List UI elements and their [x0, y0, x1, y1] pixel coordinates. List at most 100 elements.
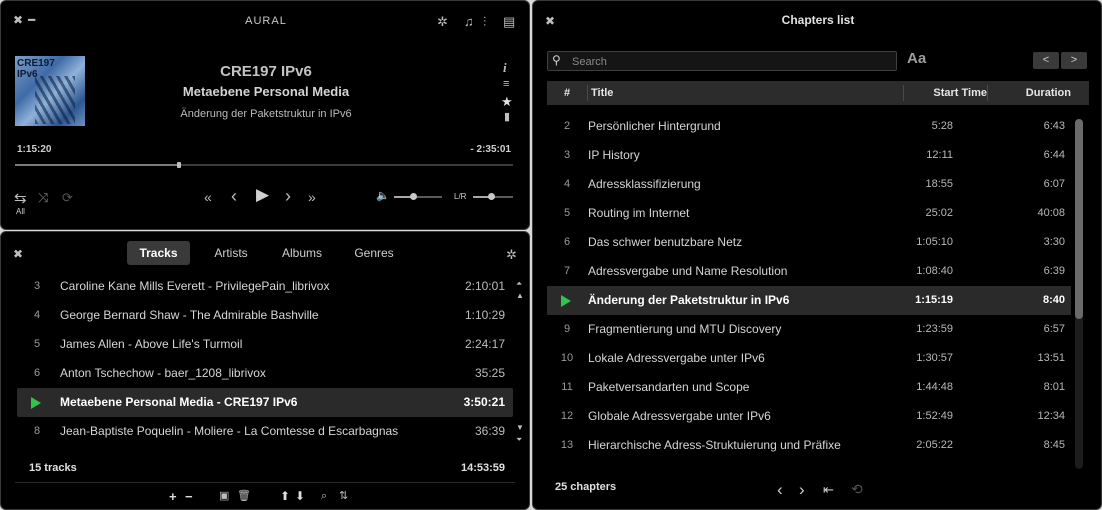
lyrics-icon[interactable]: ≡: [503, 79, 509, 90]
gear-icon[interactable]: ✲: [506, 248, 517, 261]
next-icon[interactable]: ›: [285, 187, 291, 205]
table-row[interactable]: 13 Hierarchische Adress-Struktuierung und…: [547, 431, 1071, 460]
scrollbar-thumb[interactable]: [1075, 119, 1083, 319]
chapter-start-time: 25:02: [925, 207, 953, 219]
volume-slider-knob[interactable]: [410, 193, 418, 200]
chapter-title: Das schwer benutzbare Netz: [588, 235, 743, 249]
seek-bar[interactable]: [15, 162, 513, 168]
column-number[interactable]: #: [547, 81, 587, 105]
chapter-number: 12: [560, 410, 574, 422]
move-down-icon[interactable]: ⬇: [295, 490, 305, 502]
previous-icon[interactable]: ‹: [231, 187, 237, 205]
play-icon[interactable]: ▶: [256, 186, 269, 203]
column-duration[interactable]: Duration: [987, 81, 1071, 105]
loop-icon[interactable]: ⟳: [62, 191, 73, 204]
track-number: 6: [33, 367, 41, 379]
track-title: CRE197 IPv6: [220, 63, 312, 80]
info-icon[interactable]: i: [503, 61, 507, 74]
star-icon[interactable]: ★: [501, 95, 513, 108]
volume-icon[interactable]: 🔈: [376, 191, 390, 202]
chapter-title: IP History: [588, 148, 640, 162]
search-field[interactable]: ⚲: [547, 51, 897, 71]
next-chapter-icon[interactable]: ›: [799, 481, 805, 498]
loop-chapter-icon[interactable]: ⟲: [851, 482, 863, 496]
search-icon[interactable]: ⌕: [321, 491, 327, 502]
table-row[interactable]: 9 Fragmentierung und MTU Discovery 1:23:59…: [547, 315, 1071, 344]
previous-match-button[interactable]: <: [1033, 52, 1059, 69]
rewind-icon[interactable]: «: [204, 190, 212, 204]
table-row[interactable]: 6 Anton Tschechow - baer_1208_librivox 35:…: [17, 359, 513, 388]
playlist-icon[interactable]: ♫: [464, 15, 474, 28]
bookmark-icon[interactable]: ▮: [504, 112, 510, 123]
column-divider: [587, 85, 588, 101]
chapter-title: Lokale Adressvergabe unter IPv6: [588, 351, 765, 365]
equalizer-icon[interactable]: ⫶: [483, 15, 486, 28]
table-row[interactable]: 11 Paketversandarten und Scope 1:44:48 8:01: [547, 373, 1071, 402]
remove-icon[interactable]: −: [185, 490, 193, 503]
chapter-number: 10: [560, 352, 574, 364]
scroll-up-icon[interactable]: ▲: [516, 292, 524, 300]
balance-slider[interactable]: [473, 193, 513, 200]
table-row[interactable]: 4 Adressklassifizierung 18:55 6:07: [547, 170, 1071, 199]
column-title[interactable]: Title: [591, 81, 613, 105]
next-match-button[interactable]: >: [1061, 52, 1087, 69]
tab-albums[interactable]: Albums: [272, 241, 332, 265]
elapsed-time[interactable]: 1:15:20: [17, 144, 51, 155]
fast-forward-icon[interactable]: »: [308, 190, 316, 204]
table-row[interactable]: 4 George Bernard Shaw - The Admirable Bas…: [17, 301, 513, 330]
chapter-duration: 6:44: [1043, 149, 1065, 161]
table-row[interactable]: 10 Lokale Adressvergabe unter IPv6 1:30:57…: [547, 344, 1071, 373]
scroll-top-icon[interactable]: ⏶: [516, 280, 522, 288]
chapter-start-time: 18:55: [925, 178, 953, 190]
sort-icon[interactable]: ⇅: [339, 491, 348, 502]
scroll-bottom-icon[interactable]: ⏷: [516, 436, 522, 444]
table-row[interactable]: 3 Caroline Kane Mills Everett - Privilege…: [17, 272, 513, 301]
player-window: ✖ ━ AURAL ✲ ♫ ⫶ ▤ CRE197 IPv6 CRE197 IPv…: [0, 0, 530, 230]
table-row[interactable]: 5 James Allen - Above Life's Turmoil 2:24:…: [17, 330, 513, 359]
table-row[interactable]: 12 Globale Adressvergabe unter IPv6 1:52:4…: [547, 402, 1071, 431]
close-icon[interactable]: ✖: [13, 248, 23, 260]
track-duration: 36:39: [474, 424, 505, 438]
tab-tracks[interactable]: Tracks: [127, 241, 190, 265]
remaining-time[interactable]: - 2:35:01: [470, 144, 511, 155]
tab-artists[interactable]: Artists: [201, 241, 261, 265]
gear-icon[interactable]: ✲: [437, 15, 448, 28]
track-name: George Bernard Shaw - The Admirable Bash…: [60, 308, 319, 322]
add-icon[interactable]: +: [169, 490, 177, 503]
balance-slider-knob[interactable]: [488, 193, 495, 200]
chapter-start-time: 5:28: [931, 120, 953, 132]
table-row[interactable]: Metaebene Personal Media - CRE197 IPv6 3:…: [17, 388, 513, 417]
search-icon: ⚲: [552, 53, 561, 67]
tab-genres[interactable]: Genres: [343, 241, 405, 265]
move-up-icon[interactable]: ⬆: [280, 490, 290, 502]
previous-chapter-icon[interactable]: ‹: [777, 481, 783, 498]
save-icon[interactable]: ▣: [219, 491, 229, 502]
table-row[interactable]: Änderung der Paketstruktur in IPv6 1:15:1…: [547, 286, 1071, 315]
chapter-number: 3: [563, 149, 571, 161]
chapter-number: 9: [563, 323, 571, 335]
scroll-down-icon[interactable]: ▼: [516, 424, 524, 432]
chapters-table-header: # Title Start Time Duration: [547, 81, 1089, 105]
repeat-icon[interactable]: ⇆: [14, 191, 27, 206]
vertical-scrollbar[interactable]: [1075, 119, 1083, 469]
track-name: Jean-Baptiste Poquelin - Moliere - La Co…: [60, 424, 399, 438]
column-start-time[interactable]: Start Time: [903, 81, 987, 105]
chapter-start-time: 2:05:22: [916, 439, 953, 451]
search-input[interactable]: [570, 53, 894, 71]
seek-bar-knob[interactable]: [177, 162, 182, 168]
table-row[interactable]: 5 Routing im Internet 25:02 40:08: [547, 199, 1071, 228]
table-row[interactable]: 3 IP History 12:11 6:44: [547, 141, 1071, 170]
table-row[interactable]: 8 Jean-Baptiste Poquelin - Moliere - La C…: [17, 417, 513, 446]
table-row[interactable]: 6 Das schwer benutzbare Netz 1:05:10 3:30: [547, 228, 1071, 257]
font-size-toggle[interactable]: Aa: [907, 50, 926, 67]
footer-divider: [15, 482, 515, 483]
chapter-duration: 3:30: [1043, 236, 1065, 248]
shuffle-icon[interactable]: ⤨: [38, 191, 48, 204]
table-row[interactable]: 7 Adressvergabe und Name Resolution 1:08:4…: [547, 257, 1071, 286]
volume-slider[interactable]: [394, 193, 442, 200]
trash-icon[interactable]: 🗑: [237, 491, 251, 502]
table-row[interactable]: 2 Persönlicher Hintergrund 5:28 6:43: [547, 112, 1071, 141]
layout-icon[interactable]: ▤: [503, 15, 515, 28]
track-artist: Metaebene Personal Media: [182, 84, 350, 99]
replay-chapter-icon[interactable]: ⇤: [823, 483, 834, 496]
